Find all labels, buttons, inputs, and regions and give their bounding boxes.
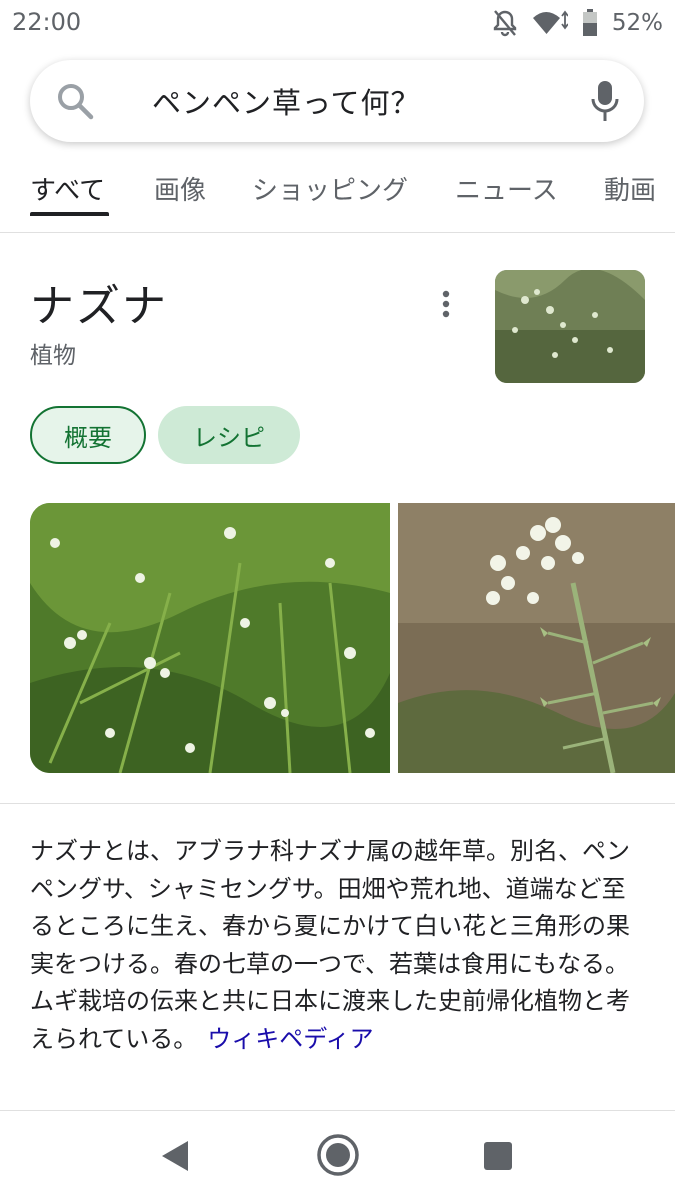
search-input[interactable]: ペンペン草って何？ [152, 80, 421, 122]
entity-subtitle: 植物 [30, 343, 76, 369]
wifi-icon [532, 10, 568, 34]
recents-icon[interactable] [483, 1141, 513, 1171]
chip-recipe[interactable]: レシピ [158, 406, 300, 464]
battery-icon [582, 9, 597, 36]
battery-percent: 52% [611, 10, 663, 36]
tab-news[interactable]: ニュース [455, 170, 558, 207]
search-tabs: すべて 画像 ショッピング ニュース 動画 [0, 160, 675, 230]
status-bar: 22:00 52% [0, 0, 675, 46]
tab-shopping[interactable]: ショッピング [252, 170, 408, 207]
divider [0, 803, 675, 804]
navigation-bar [0, 1111, 675, 1200]
wikipedia-link[interactable]: ウィキペディア [207, 1025, 373, 1053]
notifications-off-icon [493, 10, 517, 37]
tab-images[interactable]: 画像 [154, 170, 206, 207]
tab-all[interactable]: すべて [30, 170, 105, 207]
status-icons: 52% [492, 6, 663, 40]
search-icon[interactable] [56, 82, 94, 120]
active-tab-indicator [30, 212, 109, 216]
plant-closeup-image[interactable] [398, 503, 675, 773]
entity-description: ナズナとは、アブラナ科ナズナ属の越年草。別名、ペンペングサ、シャミセングサ。田畑… [30, 833, 645, 1058]
mic-icon[interactable] [590, 79, 620, 123]
tab-videos[interactable]: 動画 [604, 170, 656, 207]
entity-thumbnail[interactable] [495, 270, 645, 383]
description-text: ナズナとは、アブラナ科ナズナ属の越年草。別名、ペンペングサ、シャミセングサ。田畑… [30, 837, 630, 1053]
plant-image[interactable] [30, 503, 390, 773]
divider [0, 232, 675, 233]
status-time: 22:00 [12, 8, 82, 36]
back-icon[interactable] [160, 1139, 190, 1173]
more-options-icon[interactable] [432, 290, 460, 320]
chip-overview[interactable]: 概要 [30, 406, 146, 464]
entity-title: ナズナ [30, 281, 168, 332]
search-bar[interactable]: ペンペン草って何？ [30, 60, 644, 142]
home-icon[interactable] [316, 1133, 360, 1177]
